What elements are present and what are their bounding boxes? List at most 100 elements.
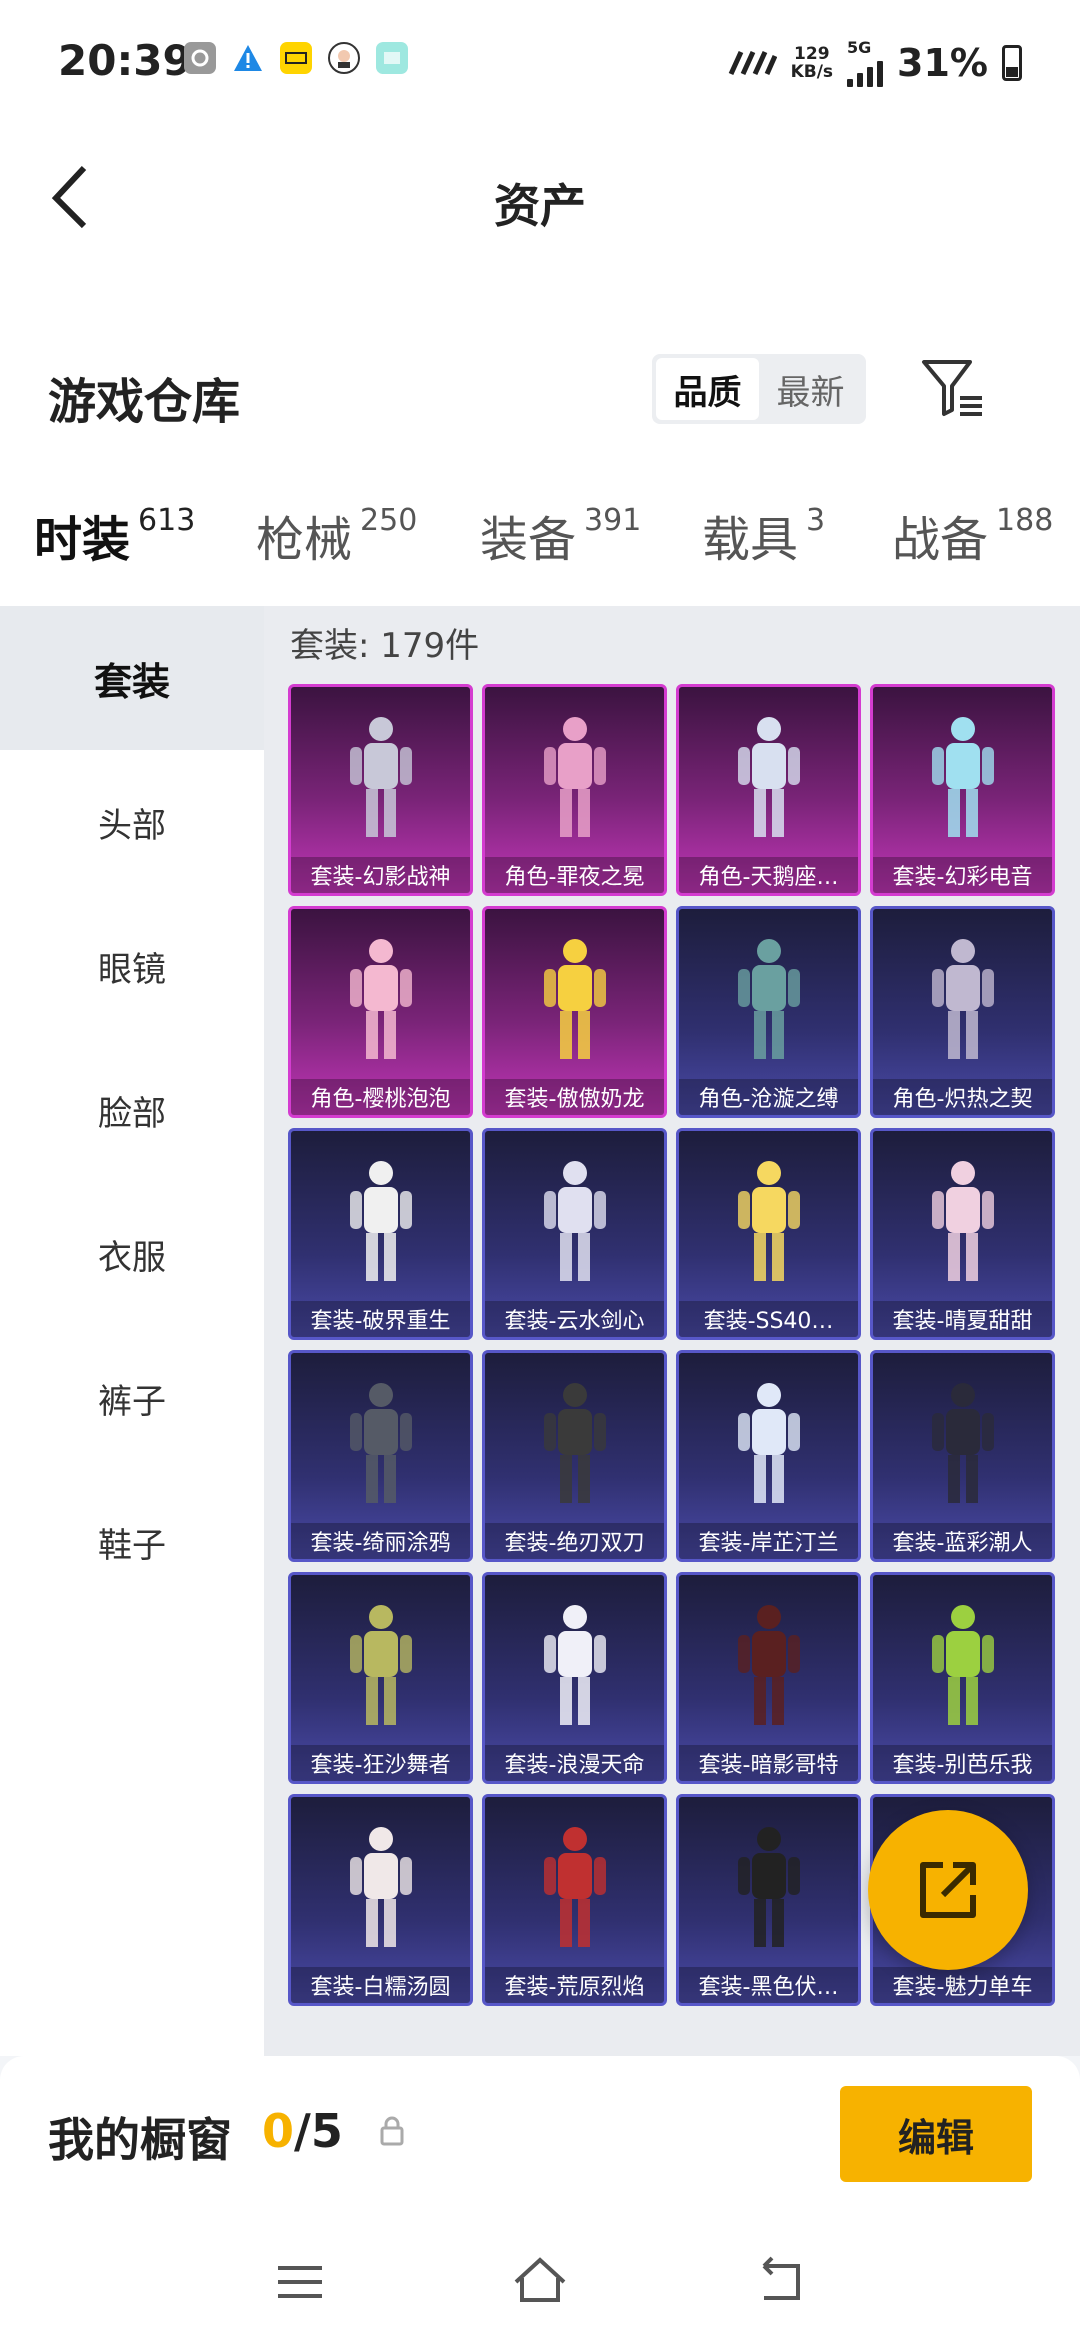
item-card[interactable]: 套装-幻彩电音 — [870, 684, 1055, 896]
outfit-figure-icon — [931, 717, 994, 837]
item-card[interactable]: 角色-天鹅座… — [676, 684, 861, 896]
menu-icon[interactable] — [270, 2252, 330, 2312]
item-card[interactable]: 角色-罪夜之冕 — [482, 684, 667, 896]
sidebar-item-head[interactable]: 头部 — [0, 750, 264, 894]
item-card[interactable]: 套装-别芭乐我 — [870, 1572, 1055, 1784]
item-name: 套装-晴夏甜甜 — [873, 1301, 1052, 1337]
sidebar-item-suits[interactable]: 套装 — [0, 606, 264, 750]
sidebar-item-clothes[interactable]: 衣服 — [0, 1182, 264, 1326]
outfit-figure-icon — [931, 939, 994, 1059]
item-card[interactable]: 套装-SS40… — [676, 1128, 861, 1340]
item-card[interactable]: 套装-白糯汤圆 — [288, 1794, 473, 2006]
tab-label: 时装 — [34, 512, 131, 568]
item-card[interactable]: 套装-幻影战神 — [288, 684, 473, 896]
status-bar: 20:39 129 KB/s 5G 31% — [0, 0, 1080, 120]
outfit-figure-icon — [737, 1827, 800, 1947]
share-button[interactable] — [868, 1810, 1028, 1970]
item-card[interactable]: 套装-黑色伏… — [676, 1794, 861, 2006]
item-name: 套装-浪漫天命 — [485, 1745, 664, 1781]
item-card[interactable]: 套装-晴夏甜甜 — [870, 1128, 1055, 1340]
item-name: 套装-黑色伏… — [679, 1967, 858, 2003]
tab-equipment[interactable]: 装备 391 — [480, 500, 641, 570]
item-card[interactable]: 角色-沧漩之缚 — [676, 906, 861, 1118]
item-card[interactable]: 角色-炽热之契 — [870, 906, 1055, 1118]
app-badge-icon — [280, 42, 312, 74]
share-icon — [920, 1862, 976, 1918]
item-card[interactable]: 套装-绝刃双刀 — [482, 1350, 667, 1562]
outfit-figure-icon — [543, 1827, 606, 1947]
status-icons — [184, 42, 408, 74]
tab-gear[interactable]: 战备 188 — [892, 500, 1053, 570]
showcase-bar: 我的橱窗 0/5 编辑 — [0, 2056, 1080, 2344]
item-name: 套装-幻影战神 — [291, 857, 470, 893]
showcase-count: 0/5 — [262, 2104, 343, 2158]
edit-button[interactable]: 编辑 — [840, 2086, 1032, 2182]
outfit-figure-icon — [931, 1161, 994, 1281]
outfit-figure-icon — [349, 1383, 412, 1503]
outfit-figure-icon — [931, 1605, 994, 1725]
showcase-label: 我的橱窗 — [48, 2113, 232, 2167]
item-card[interactable]: 套装-破界重生 — [288, 1128, 473, 1340]
item-name: 套装-绮丽涂鸦 — [291, 1523, 470, 1559]
item-card[interactable]: 角色-樱桃泡泡 — [288, 906, 473, 1118]
filter-icon[interactable] — [920, 356, 986, 422]
tab-count: 250 — [360, 503, 418, 538]
sidebar-item-face[interactable]: 脸部 — [0, 1038, 264, 1182]
tab-guns[interactable]: 枪械 250 — [256, 500, 417, 570]
back-nav-icon[interactable] — [750, 2252, 810, 2312]
item-card[interactable]: 套装-傲傲奶龙 — [482, 906, 667, 1118]
tab-fashion[interactable]: 时装 613 — [34, 500, 195, 618]
item-card[interactable]: 套装-岸芷汀兰 — [676, 1350, 861, 1562]
item-card[interactable]: 套装-蓝彩潮人 — [870, 1350, 1055, 1562]
tab-label: 载具 — [702, 512, 799, 568]
outfit-figure-icon — [737, 1383, 800, 1503]
net-speed: 129 KB/s — [791, 45, 833, 81]
outfit-figure-icon — [349, 1161, 412, 1281]
outfit-figure-icon — [349, 1605, 412, 1725]
outfit-figure-icon — [349, 717, 412, 837]
sidebar: 套装 头部 眼镜 脸部 衣服 裤子 鞋子 — [0, 606, 264, 2056]
item-card[interactable]: 套装-暗影哥特 — [676, 1572, 861, 1784]
home-icon[interactable] — [510, 2252, 570, 2312]
outfit-figure-icon — [737, 717, 800, 837]
sidebar-item-shoes[interactable]: 鞋子 — [0, 1470, 264, 1614]
category-tabs: 时装 613 枪械 250 装备 391 载具 3 战备 188 — [0, 460, 1080, 618]
outfit-figure-icon — [543, 1383, 606, 1503]
item-name: 套装-荒原烈焰 — [485, 1967, 664, 2003]
tab-count: 188 — [996, 503, 1054, 538]
item-name: 套装-傲傲奶龙 — [485, 1079, 664, 1115]
sort-quality[interactable]: 品质 — [656, 358, 759, 420]
tab-label: 枪械 — [256, 512, 353, 568]
item-card[interactable]: 套装-浪漫天命 — [482, 1572, 667, 1784]
item-card[interactable]: 套装-云水剑心 — [482, 1128, 667, 1340]
outfit-figure-icon — [349, 939, 412, 1059]
system-nav — [0, 2232, 1080, 2332]
signal-bars-icon — [847, 57, 884, 87]
sort-latest[interactable]: 最新 — [759, 358, 862, 420]
item-card[interactable]: 套装-荒原烈焰 — [482, 1794, 667, 2006]
status-right: 129 KB/s 5G 31% — [725, 38, 1022, 87]
outfit-figure-icon — [931, 1383, 994, 1503]
warehouse-label: 游戏仓库 — [48, 374, 241, 430]
item-name: 套装-绝刃双刀 — [485, 1523, 664, 1559]
item-name: 套装-云水剑心 — [485, 1301, 664, 1337]
status-time: 20:39 — [58, 36, 192, 85]
outfit-figure-icon — [737, 939, 800, 1059]
settings-icon — [184, 42, 216, 74]
item-name: 角色-沧漩之缚 — [679, 1079, 858, 1115]
signal: 5G — [847, 38, 884, 87]
warehouse-header: 游戏仓库 品质 最新 — [0, 280, 1080, 460]
outfit-figure-icon — [737, 1161, 800, 1281]
sidebar-item-glasses[interactable]: 眼镜 — [0, 894, 264, 1038]
item-card[interactable]: 套装-狂沙舞者 — [288, 1572, 473, 1784]
item-name: 套装-狂沙舞者 — [291, 1745, 470, 1781]
sidebar-item-pants[interactable]: 裤子 — [0, 1326, 264, 1470]
item-name: 角色-天鹅座… — [679, 857, 858, 893]
tab-vehicles[interactable]: 载具 3 — [702, 500, 825, 570]
item-name: 套装-破界重生 — [291, 1301, 470, 1337]
net-speed-unit: KB/s — [790, 61, 834, 82]
item-card[interactable]: 套装-绮丽涂鸦 — [288, 1350, 473, 1562]
battery-percent: 31% — [897, 40, 988, 85]
item-name: 套装-别芭乐我 — [873, 1745, 1052, 1781]
sort-toggle: 品质 最新 — [652, 354, 866, 424]
